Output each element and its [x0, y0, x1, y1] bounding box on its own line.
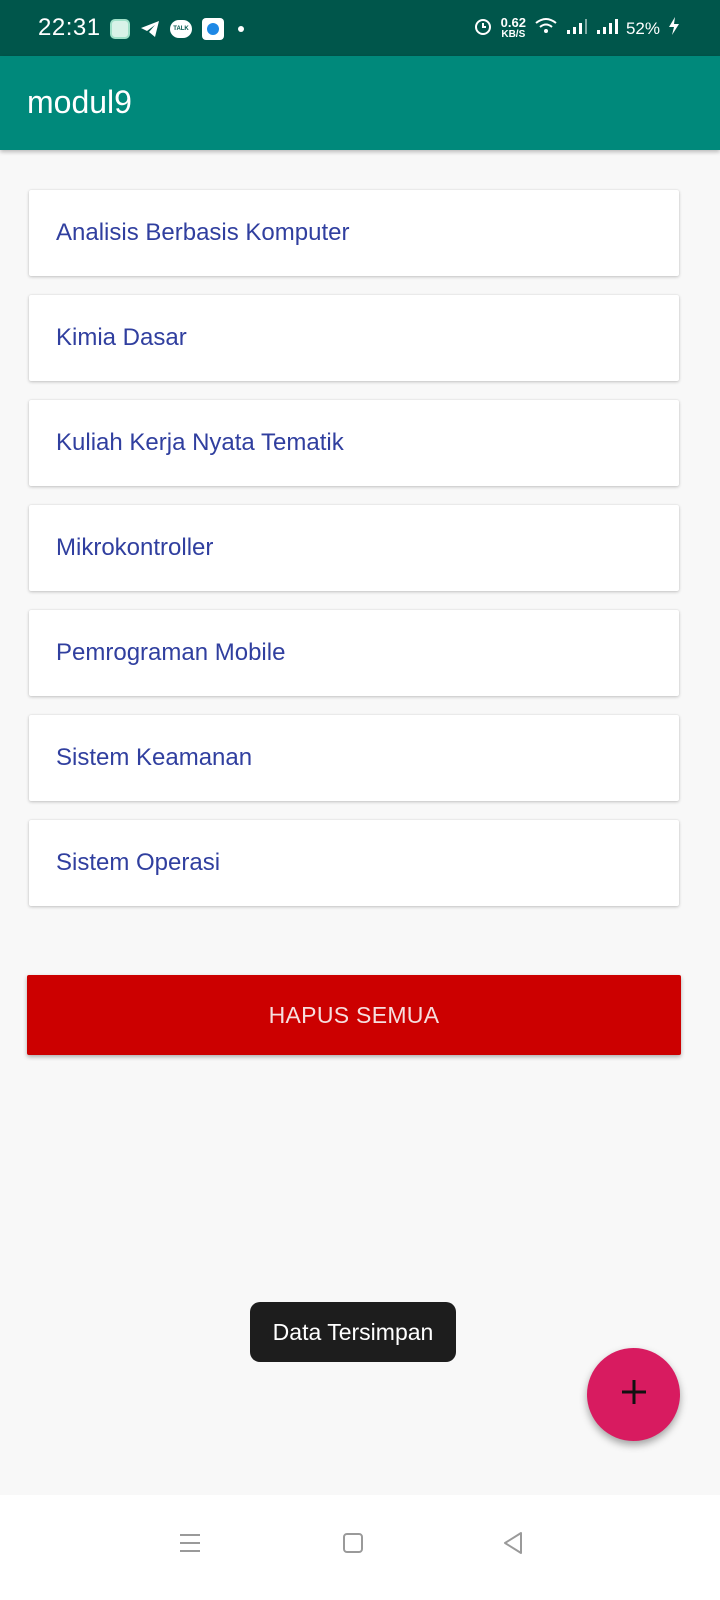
- notification-dot: [238, 26, 244, 32]
- chat-app-icon: [110, 19, 130, 39]
- list-item[interactable]: Analisis Berbasis Komputer: [29, 190, 679, 276]
- status-time: 22:31: [38, 14, 101, 41]
- home-button[interactable]: [323, 1515, 383, 1575]
- back-icon: [501, 1531, 525, 1560]
- list-item-label: Analisis Berbasis Komputer: [56, 219, 350, 246]
- list-item[interactable]: Kuliah Kerja Nyata Tematik: [29, 400, 679, 486]
- list-item-label: Sistem Operasi: [56, 849, 221, 876]
- battery-level: 52%: [625, 18, 660, 38]
- back-button[interactable]: [483, 1515, 543, 1575]
- list-item-label: Mikrokontroller: [56, 534, 214, 561]
- list-item-label: Kuliah Kerja Nyata Tematik: [56, 429, 344, 456]
- wifi-icon: [534, 17, 558, 40]
- status-indicators: 0.62 KB/S 52%: [473, 16, 680, 41]
- system-nav-bar: [0, 1495, 720, 1600]
- status-bar: 22:31 TALK 0.62 KB/S 52%: [0, 0, 720, 56]
- list-item[interactable]: Sistem Keamanan: [29, 715, 679, 801]
- signal-icon: [566, 17, 588, 40]
- plus-icon: [620, 1378, 648, 1411]
- signal-icon: [596, 17, 618, 40]
- net-speed: 0.62 KB/S: [500, 14, 526, 40]
- list-item-label: Sistem Keamanan: [56, 744, 253, 771]
- menu-icon: [178, 1532, 202, 1559]
- home-icon: [342, 1532, 364, 1559]
- list-item-label: Pemrograman Mobile: [56, 639, 286, 666]
- app-title: modul9: [27, 84, 132, 120]
- add-button[interactable]: [587, 1348, 680, 1441]
- list-item[interactable]: Sistem Operasi: [29, 820, 679, 906]
- telegram-icon: [140, 19, 160, 39]
- delete-all-button[interactable]: HAPUS SEMUA: [27, 975, 681, 1055]
- browser-icon: [202, 18, 224, 40]
- list-item[interactable]: Pemrograman Mobile: [29, 610, 679, 696]
- alarm-icon: [473, 16, 493, 41]
- list-item-label: Kimia Dasar: [56, 324, 187, 351]
- recent-apps-button[interactable]: [160, 1515, 220, 1575]
- charging-icon: [668, 16, 680, 41]
- course-list: Analisis Berbasis Komputer Kimia Dasar K…: [29, 190, 679, 925]
- notification-icons: TALK: [110, 18, 244, 40]
- list-item[interactable]: Kimia Dasar: [29, 295, 679, 381]
- list-item[interactable]: Mikrokontroller: [29, 505, 679, 591]
- talk-icon: TALK: [170, 20, 192, 38]
- toast-message: Data Tersimpan: [250, 1302, 456, 1362]
- app-bar: modul9: [0, 56, 720, 150]
